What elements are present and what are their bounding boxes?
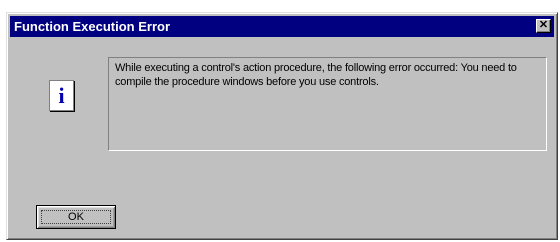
close-icon: ✕ — [538, 19, 549, 31]
message-panel: While executing a control's action proce… — [108, 57, 547, 151]
error-message: While executing a control's action proce… — [115, 62, 517, 88]
ok-button[interactable]: OK — [36, 205, 116, 229]
dialog-title: Function Execution Error — [14, 19, 171, 34]
close-button[interactable]: ✕ — [536, 19, 551, 33]
title-bar[interactable]: Function Execution Error ✕ — [10, 16, 554, 37]
ok-button-label: OK — [68, 211, 84, 223]
error-dialog: Function Execution Error ✕ i While execu… — [6, 12, 558, 240]
info-icon: i — [49, 80, 74, 111]
